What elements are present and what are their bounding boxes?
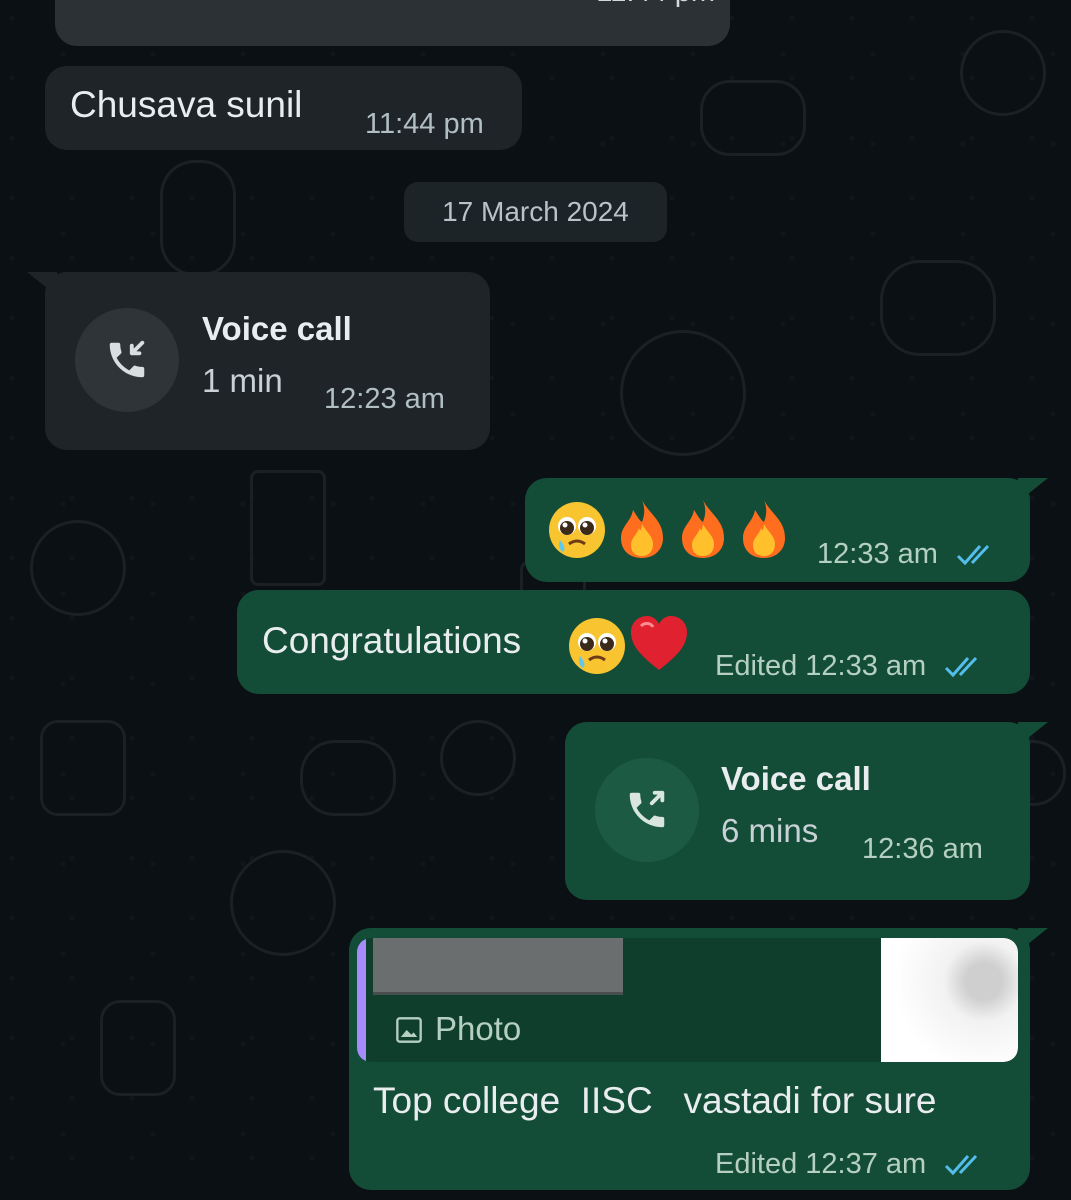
voice-call-bubble-outgoing[interactable]: Voice call 6 mins 12:36 am <box>565 722 1048 900</box>
incoming-call-icon <box>75 308 179 412</box>
message-time: 12:33 am <box>805 650 927 682</box>
message-time: 12:36 am <box>862 833 983 865</box>
message-time: 12:23 am <box>324 383 445 415</box>
quoted-photo-thumbnail <box>881 938 1018 1062</box>
bubble-tail <box>1018 928 1048 952</box>
date-separator: 17 March 2024 <box>404 182 667 242</box>
bubble-tail <box>27 272 57 296</box>
edited-label: Edited <box>715 1148 798 1180</box>
message-time-row: Edited 12:33 am <box>715 650 986 683</box>
message-time: 11:44 pm <box>596 0 715 9</box>
bubble-tail <box>1018 478 1048 502</box>
call-duration: 1 min <box>202 362 283 399</box>
reply-message-bubble[interactable]: Photo Top college IISC vastadi for sure … <box>349 928 1048 1190</box>
quote-accent-bar <box>357 938 366 1062</box>
message-text: Chusava sunil <box>70 84 303 125</box>
message-bubble-outgoing[interactable]: 12:33 am <box>525 478 1048 582</box>
fire-emoji <box>743 500 785 558</box>
message-bubble-outgoing[interactable]: Congratulations Edited 12:33 am <box>237 590 1030 694</box>
redacted-sender-name <box>373 938 623 995</box>
quoted-message[interactable]: Photo <box>357 938 1018 1062</box>
fire-emoji <box>682 500 724 558</box>
edited-label: Edited <box>715 650 798 682</box>
bubble-tail <box>1018 722 1048 746</box>
message-time-row: Edited 12:37 am <box>715 1148 986 1181</box>
voice-call-bubble-incoming[interactable]: Voice call 1 min 12:23 am <box>27 272 490 450</box>
photo-icon <box>396 1017 422 1043</box>
read-ticks-icon <box>945 657 978 678</box>
read-ticks-icon <box>945 1155 978 1176</box>
message-text: Top college IISC vastadi for sure <box>373 1080 937 1121</box>
quote-type-label: Photo <box>435 1010 522 1047</box>
pleading-face-emoji <box>569 618 625 674</box>
message-bubble-incoming[interactable]: Chusava sunil 11:44 pm <box>45 66 522 150</box>
message-time-row: 12:33 am <box>817 538 998 571</box>
message-time: 12:33 am <box>817 538 938 570</box>
call-title: Voice call <box>202 310 352 347</box>
call-title: Voice call <box>721 760 871 797</box>
read-ticks-icon <box>956 545 990 566</box>
message-time: 12:37 am <box>805 1148 927 1180</box>
message-bubble-partial[interactable]: 11:44 pm <box>55 0 730 46</box>
message-time: 11:44 pm <box>365 108 484 140</box>
outgoing-call-icon <box>595 758 699 862</box>
pleading-face-emoji <box>549 502 605 558</box>
call-duration: 6 mins <box>721 812 819 849</box>
message-text: Congratulations <box>262 620 522 661</box>
red-heart-emoji <box>631 616 687 670</box>
fire-emoji <box>621 500 663 558</box>
